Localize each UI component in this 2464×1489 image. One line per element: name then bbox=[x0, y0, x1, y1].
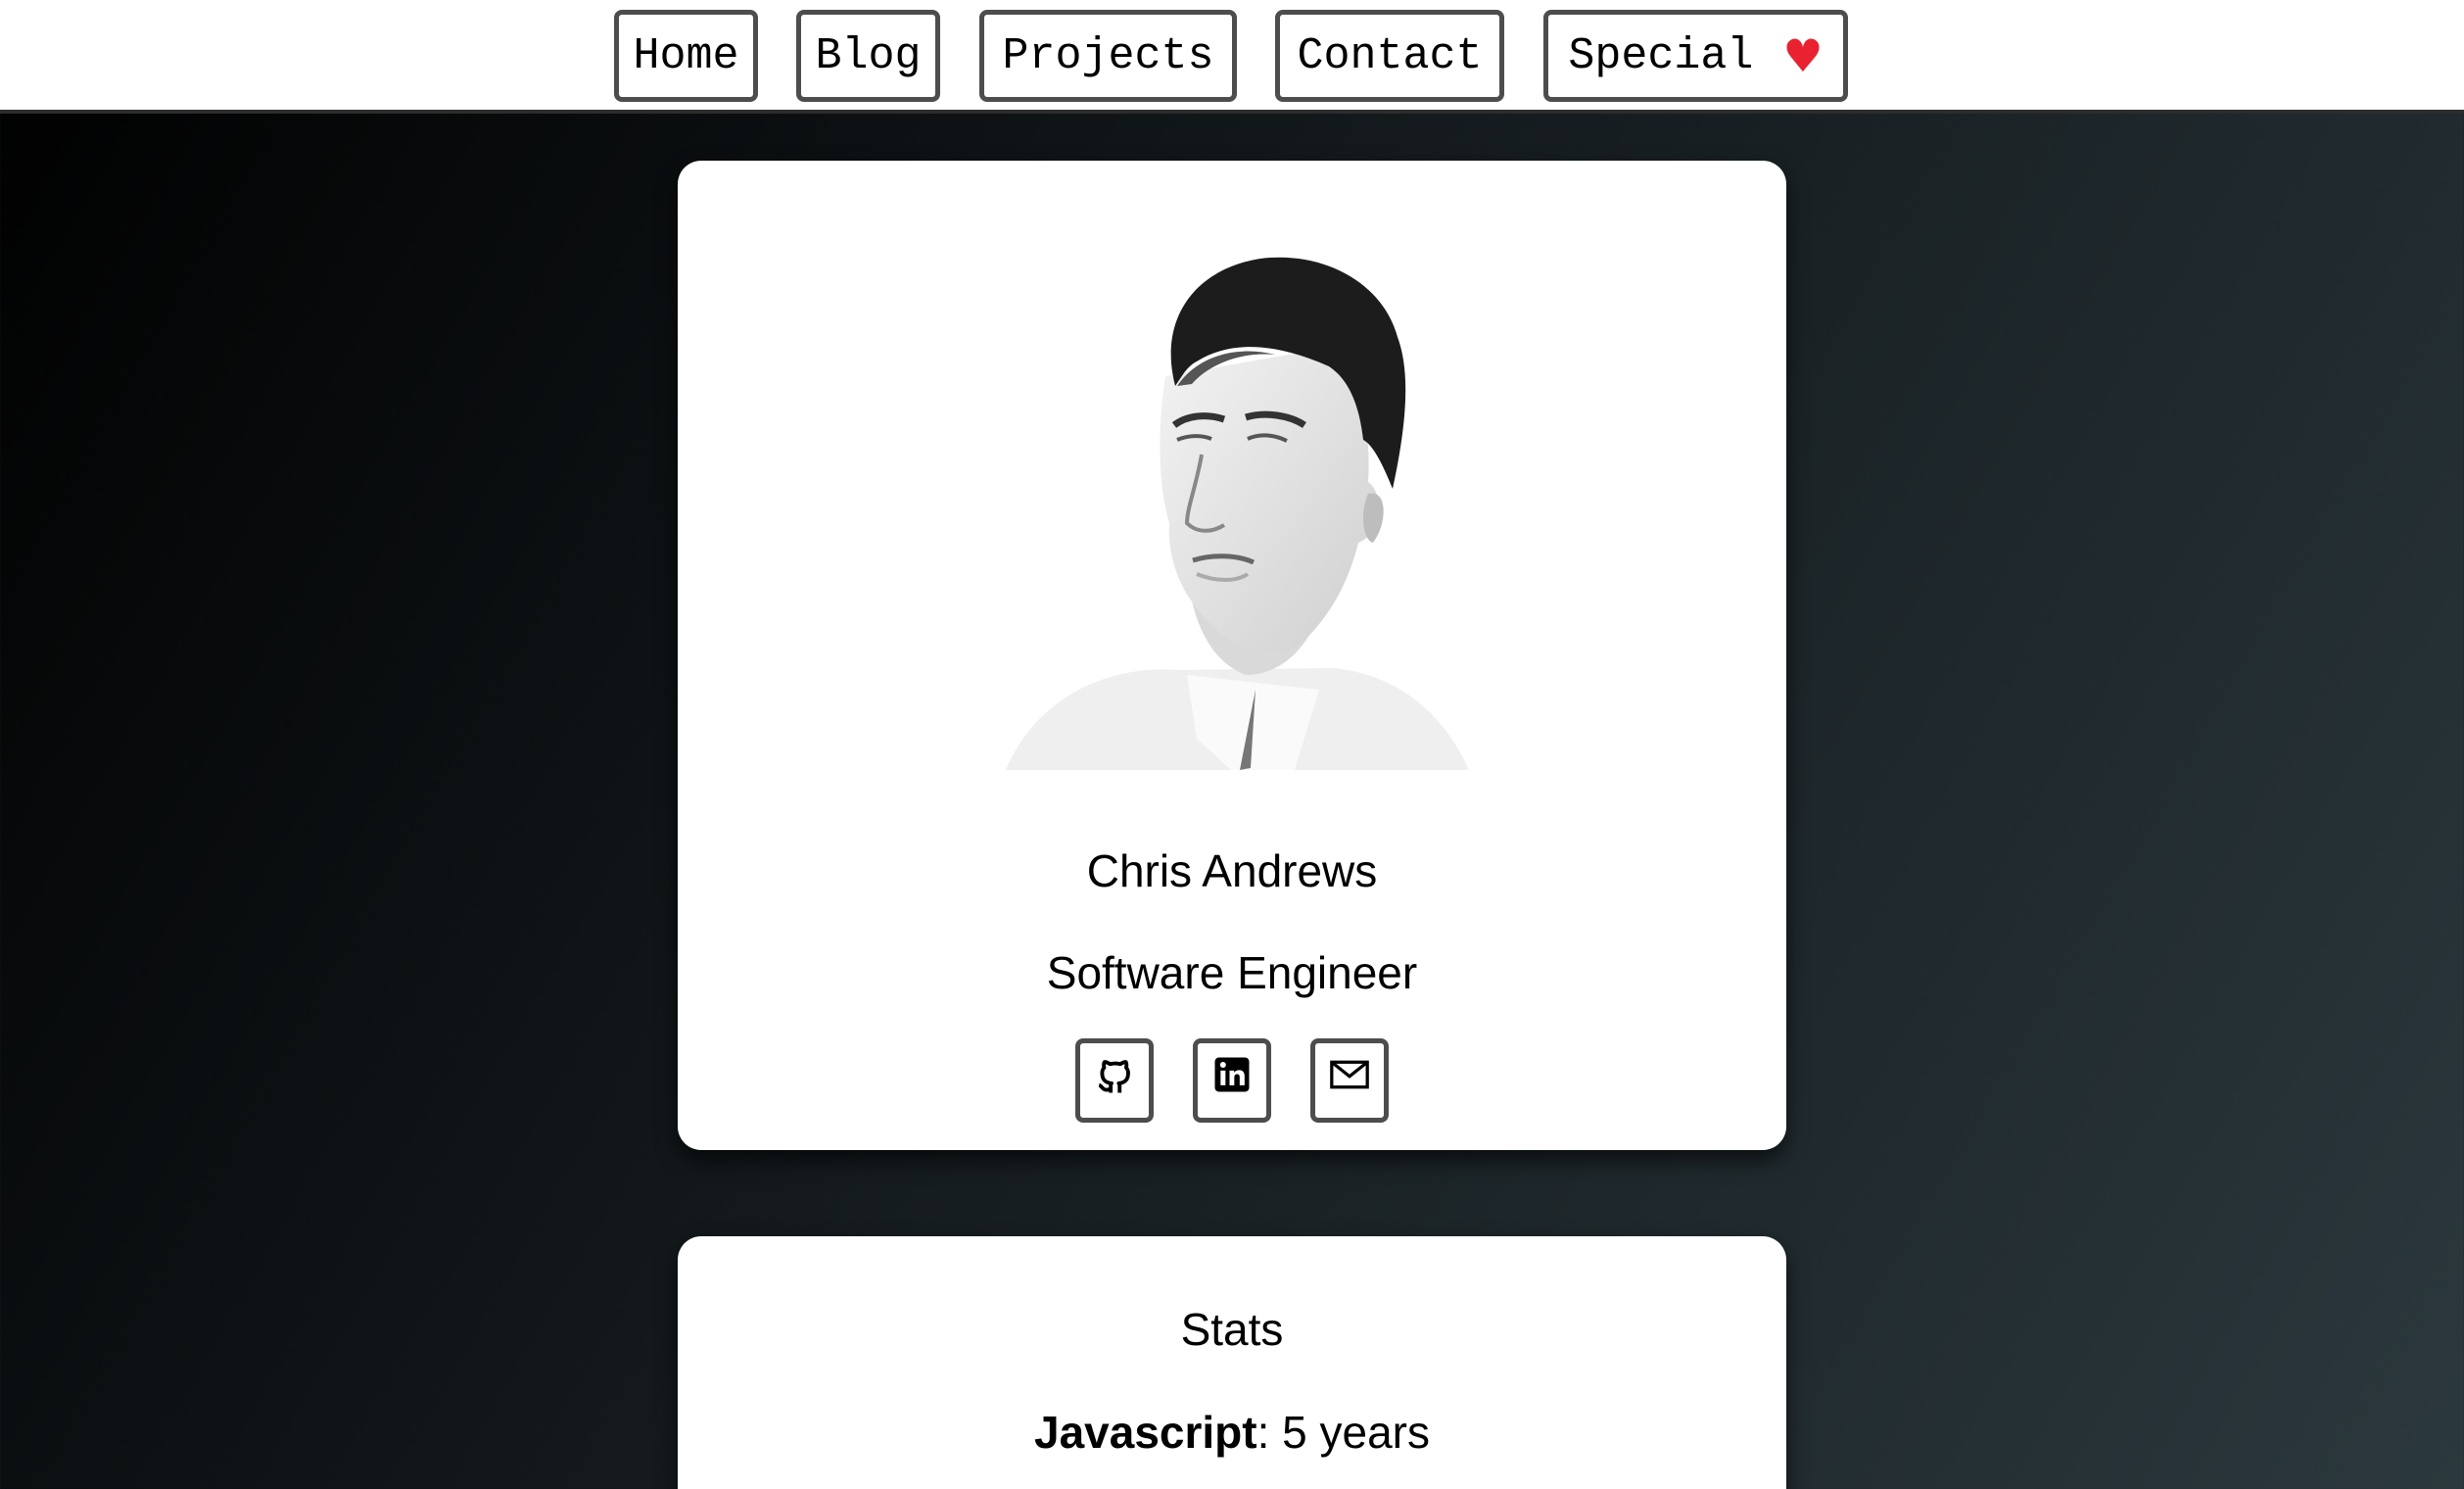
nav-home-button[interactable]: Home bbox=[614, 10, 758, 102]
github-icon bbox=[1098, 1060, 1130, 1093]
profile-photo bbox=[1006, 257, 1469, 770]
stat-value: 5 years bbox=[1269, 1407, 1431, 1458]
profile-card: Chris Andrews Software Engineer bbox=[678, 161, 1786, 1150]
top-nav-bar: Home Blog Projects Contact Special ♥ bbox=[0, 0, 2464, 114]
github-button[interactable] bbox=[1075, 1038, 1154, 1123]
nav-special-label: Special bbox=[1568, 30, 1754, 81]
stat-item: Javascript: 5 years bbox=[678, 1408, 1786, 1458]
email-button[interactable] bbox=[1310, 1038, 1389, 1123]
heart-icon: ♥ bbox=[1782, 29, 1824, 82]
nav-projects-button[interactable]: Projects bbox=[979, 10, 1237, 102]
email-icon bbox=[1330, 1060, 1369, 1089]
nav-blog-label: Blog bbox=[815, 30, 922, 81]
profile-role: Software Engineer bbox=[1046, 947, 1418, 998]
nav-projects-label: Projects bbox=[1002, 30, 1214, 81]
nav-contact-label: Contact bbox=[1297, 30, 1483, 81]
nav-contact-button[interactable]: Contact bbox=[1275, 10, 1504, 102]
stat-skill: Javascript bbox=[1033, 1407, 1257, 1458]
linkedin-button[interactable] bbox=[1193, 1038, 1271, 1123]
stats-card: Stats Javascript: 5 years bbox=[678, 1236, 1786, 1489]
nav-blog-button[interactable]: Blog bbox=[796, 10, 940, 102]
stat-separator: : bbox=[1256, 1407, 1270, 1458]
linkedin-icon bbox=[1214, 1057, 1250, 1092]
profile-name: Chris Andrews bbox=[1086, 845, 1378, 896]
nav-special-button[interactable]: Special ♥ bbox=[1543, 10, 1848, 102]
nav-home-label: Home bbox=[633, 30, 739, 81]
stats-title: Stats bbox=[1180, 1304, 1284, 1355]
